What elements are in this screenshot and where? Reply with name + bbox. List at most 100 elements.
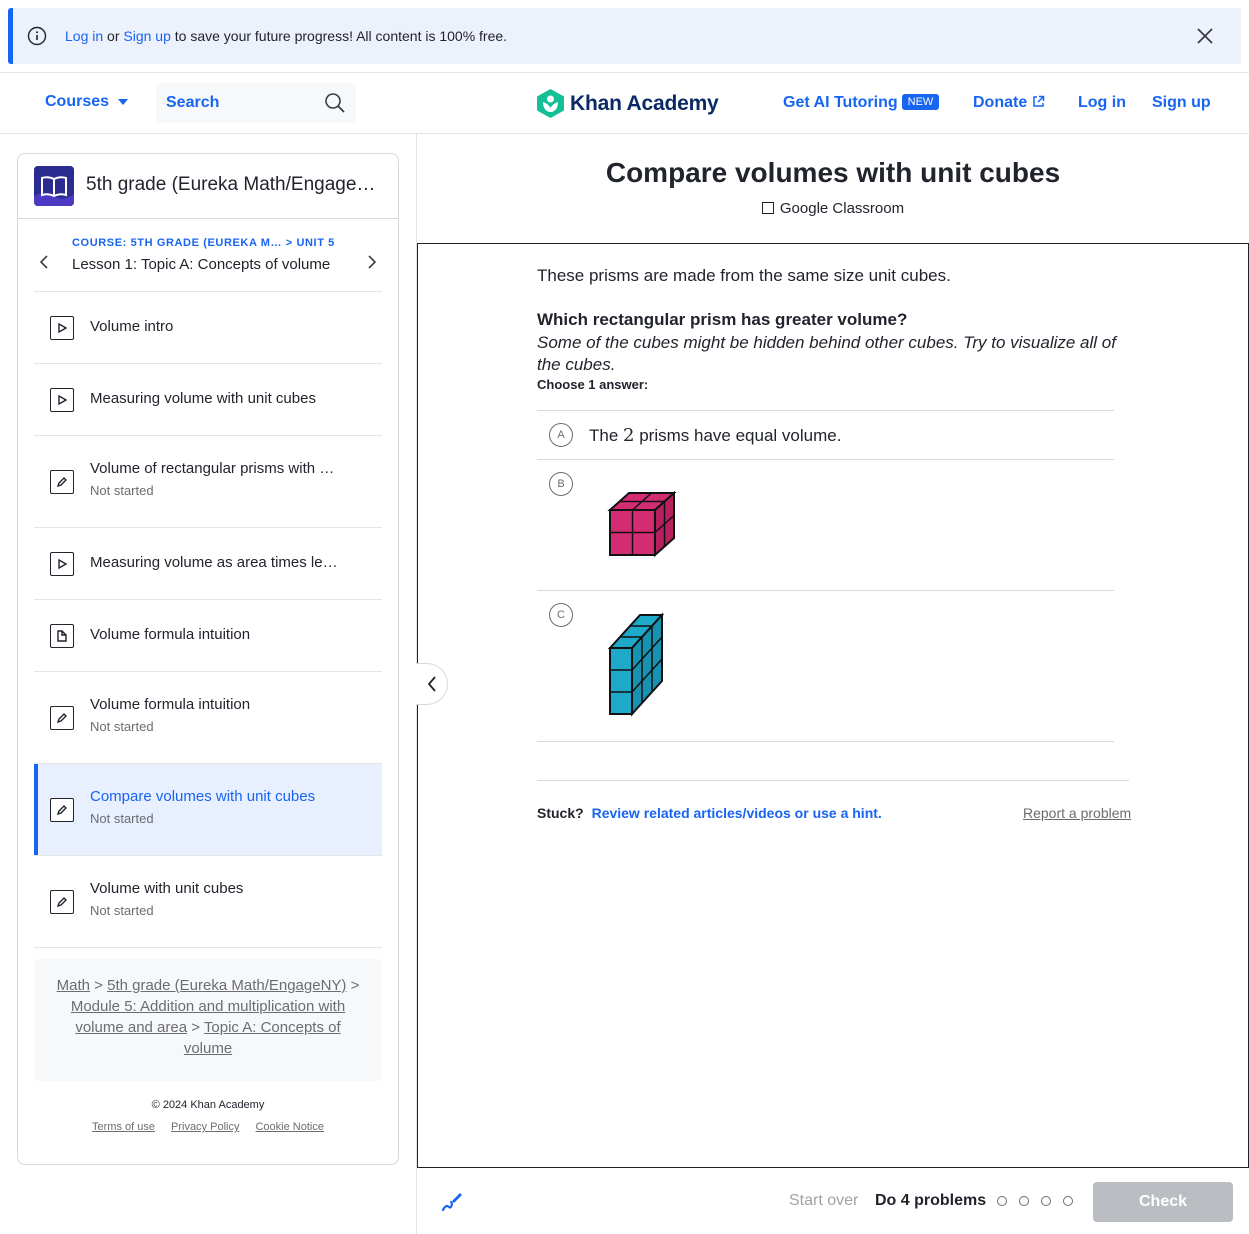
top-header: Courses Search Khan Academy Get AI Tutor… — [0, 72, 1249, 134]
signup-link[interactable]: Sign up — [1152, 94, 1211, 112]
sidebar-item-status: Not started — [90, 903, 154, 918]
course-title[interactable]: 5th grade (Eureka Math/Engage… — [86, 174, 375, 196]
page-title: Compare volumes with unit cubes — [605, 157, 1061, 188]
login-link[interactable]: Log in — [1078, 94, 1126, 112]
scratchpad-pen-icon[interactable] — [439, 1188, 465, 1214]
pencil-icon — [50, 470, 74, 494]
terms-link[interactable]: Terms of use — [92, 1121, 155, 1133]
khan-academy-logo[interactable]: Khan Academy — [537, 89, 719, 118]
sidebar-footer: © 2024 Khan Academy Terms of use Privacy… — [18, 1099, 398, 1133]
question-hint: Some of the cubes might be hidden behind… — [537, 333, 1116, 374]
donate-label: Donate — [973, 94, 1028, 111]
search-icon[interactable] — [324, 92, 346, 114]
answer-choices: A The 2 prisms have equal volume. B C — [537, 410, 1114, 742]
pencil-icon — [50, 706, 74, 730]
chevron-right-icon[interactable] — [366, 255, 378, 269]
new-badge: NEW — [901, 94, 940, 110]
question-intro: These prisms are made from the same size… — [537, 266, 951, 285]
search-label: Search — [166, 94, 220, 111]
banner-signup-link[interactable]: Sign up — [123, 28, 170, 44]
play-icon — [50, 552, 74, 576]
question-text: Which rectangular prism has greater volu… — [537, 310, 908, 329]
crumb-course-link[interactable]: COURSE: 5TH GRADE (EUREKA M… — [72, 237, 282, 249]
sidebar-item-label: Compare volumes with unit cubes — [90, 788, 316, 805]
choose-instruction: Choose 1 answer: — [537, 377, 649, 392]
choice-a-text: The 2 prisms have equal volume. — [589, 425, 841, 446]
progress-dot — [1041, 1196, 1051, 1206]
report-problem-link[interactable]: Report a problem — [1023, 805, 1131, 821]
check-button[interactable]: Check — [1093, 1182, 1233, 1222]
banner-or: or — [107, 28, 120, 44]
sidebar-item-status: Not started — [90, 719, 154, 734]
khan-logo-icon — [537, 89, 564, 118]
pencil-icon — [50, 798, 74, 822]
sidebar-item-volume-rect-prisms[interactable]: Volume of rectangular prisms with … Not … — [34, 436, 382, 528]
search-input[interactable]: Search — [156, 83, 356, 123]
sidebar-item-label: Volume of rectangular prisms with … — [90, 460, 335, 477]
sidebar-item-formula-intuition-exercise[interactable]: Volume formula intuition Not started — [34, 672, 382, 764]
lesson-navigator: COURSE: 5TH GRADE (EUREKA M… > UNIT 5 Le… — [34, 220, 382, 292]
sidebar-item-measuring-volume[interactable]: Measuring volume with unit cubes — [34, 364, 382, 436]
sidebar-item-compare-volumes[interactable]: Compare volumes with unit cubes Not star… — [34, 764, 382, 856]
stuck-label: Stuck? — [537, 805, 584, 821]
privacy-link[interactable]: Privacy Policy — [171, 1121, 239, 1133]
progress-dot — [997, 1196, 1007, 1206]
crumb-unit-link[interactable]: > UNIT 5 — [286, 237, 335, 249]
sidebar-item-label: Volume with unit cubes — [90, 880, 244, 897]
banner-message: Log in or Sign up to save your future pr… — [65, 28, 507, 44]
sidebar-item-volume-unit-cubes[interactable]: Volume with unit cubes Not started — [34, 856, 382, 948]
play-icon — [50, 316, 74, 340]
breadcrumb-topic[interactable]: Topic A: Concepts of volume — [184, 1019, 341, 1057]
google-classroom-button[interactable]: Google Classroom — [417, 200, 1249, 217]
sidebar-item-label: Measuring volume with unit cubes — [90, 390, 316, 407]
choice-a[interactable]: A The 2 prisms have equal volume. — [537, 411, 1114, 460]
choice-a-number: 2 — [623, 425, 635, 446]
cookie-link[interactable]: Cookie Notice — [255, 1121, 323, 1133]
hint-link[interactable]: Review related articles/videos or use a … — [592, 805, 882, 821]
info-icon — [27, 26, 47, 46]
external-link-icon — [1032, 95, 1044, 107]
breadcrumb-math[interactable]: Math — [57, 977, 90, 994]
exercise-bottom-bar: Start over Do 4 problems Check — [417, 1168, 1249, 1234]
start-over-button[interactable]: Start over — [789, 1192, 858, 1210]
lesson-items-list: Volume intro Measuring volume with unit … — [34, 292, 382, 948]
sidebar-item-area-times-length[interactable]: Measuring volume as area times le… — [34, 528, 382, 600]
exercise-panel: These prisms are made from the same size… — [417, 243, 1249, 1168]
play-icon — [50, 388, 74, 412]
close-icon[interactable] — [1195, 26, 1215, 46]
progress-dot — [1063, 1196, 1073, 1206]
banner-rest-text: to save your future progress! All conten… — [174, 28, 508, 44]
sidebar-item-formula-intuition-article[interactable]: Volume formula intuition — [34, 600, 382, 672]
breadcrumb-course[interactable]: 5th grade (Eureka Math/EngageNY) — [107, 977, 346, 994]
choice-letter: B — [549, 472, 573, 496]
courses-menu-button[interactable]: Courses — [45, 93, 129, 111]
brand-name: Khan Academy — [570, 91, 719, 115]
choice-letter: C — [549, 603, 573, 627]
course-icon — [34, 166, 74, 206]
lesson-title: Lesson 1: Topic A: Concepts of volume — [72, 256, 331, 273]
sidebar-item-status: Not started — [90, 811, 154, 826]
choice-b[interactable]: B — [537, 460, 1114, 591]
ai-tutoring-link[interactable]: Get AI Tutoring NEW — [783, 94, 940, 112]
google-classroom-icon — [761, 202, 774, 214]
sidebar-header: 5th grade (Eureka Math/Engage… — [18, 154, 398, 219]
choice-letter: A — [549, 423, 573, 447]
course-sidebar: 5th grade (Eureka Math/Engage… COURSE: 5… — [17, 153, 399, 1165]
lesson-breadcrumb: COURSE: 5TH GRADE (EUREKA M… > UNIT 5 — [72, 237, 335, 249]
breadcrumb: Math > 5th grade (Eureka Math/EngageNY) … — [34, 959, 382, 1081]
article-icon — [50, 624, 74, 648]
signup-banner: Log in or Sign up to save your future pr… — [8, 8, 1241, 64]
chevron-left-icon[interactable] — [38, 255, 50, 269]
choice-c[interactable]: C — [537, 591, 1114, 742]
ai-tutoring-label: Get AI Tutoring — [783, 94, 898, 111]
copyright: © 2024 Khan Academy — [151, 1099, 265, 1111]
pencil-icon — [50, 890, 74, 914]
choice-a-before: The — [589, 426, 619, 445]
sidebar-item-volume-intro[interactable]: Volume intro — [34, 292, 382, 364]
donate-link[interactable]: Donate — [973, 94, 1045, 112]
sidebar-item-label: Volume formula intuition — [90, 696, 251, 713]
chevron-left-icon — [427, 676, 436, 692]
progress-dots — [997, 1196, 1073, 1206]
sidebar-item-label: Volume formula intuition — [90, 626, 251, 643]
banner-login-link[interactable]: Log in — [65, 28, 103, 44]
